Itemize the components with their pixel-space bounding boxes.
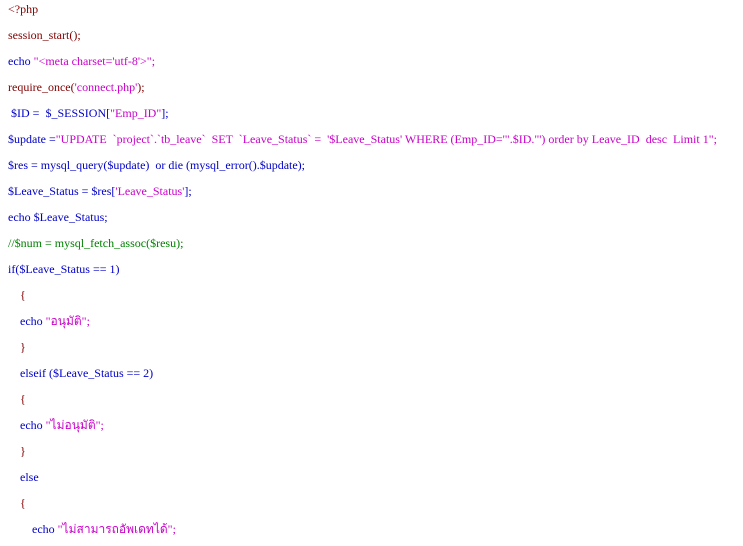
code-line: echo "<meta charset='utf-8'>";: [8, 53, 155, 69]
code-token: else: [8, 470, 39, 484]
code-token: //$num = mysql_fetch_assoc($resu);: [8, 236, 184, 250]
code-line: echo "ไม่อนุมัติ";: [8, 417, 104, 433]
code-line: //$num = mysql_fetch_assoc($resu);: [8, 235, 183, 251]
code-token: );: [137, 80, 145, 94]
code-token: session_start();: [8, 28, 81, 42]
code-token: $Leave_Status = $res[: [8, 184, 116, 198]
code-line: }: [8, 339, 26, 355]
code-token: }: [8, 444, 26, 458]
code-token: "UPDATE `project`.`tb_leave` SET `Leave_…: [55, 132, 717, 146]
code-line: $res = mysql_query($update) or die (mysq…: [8, 157, 305, 173]
code-line: else: [8, 469, 39, 485]
code-line: {: [8, 495, 26, 511]
code-token: "Emp_ID": [110, 106, 162, 120]
code-token: echo $Leave_Status;: [8, 210, 108, 224]
code-line: echo "อนุมัติ";: [8, 313, 90, 329]
code-token: "ไม่สามารถอัพเดทได้";: [57, 522, 176, 536]
code-line: $Leave_Status = $res['Leave_Status'];: [8, 183, 192, 199]
code-line: session_start();: [8, 27, 81, 43]
code-token: echo: [8, 54, 34, 68]
code-line: echo $Leave_Status;: [8, 209, 108, 225]
code-token: $_SESSION[: [42, 106, 111, 120]
code-line: require_once('connect.php');: [8, 79, 145, 95]
code-line: $update ="UPDATE `project`.`tb_leave` SE…: [8, 131, 717, 147]
code-token: {: [8, 392, 26, 406]
code-token: if($Leave_Status == 1): [8, 262, 120, 276]
code-line: }: [8, 443, 26, 459]
code-token: <?php: [8, 2, 39, 16]
code-token: 'connect.php': [74, 80, 138, 94]
code-token: ];: [161, 106, 169, 120]
code-line: {: [8, 391, 26, 407]
code-token: "<meta charset='utf-8'>";: [33, 54, 156, 68]
code-line: echo "ไม่สามารถอัพเดทได้";: [8, 521, 176, 537]
code-token: {: [8, 288, 26, 302]
code-token: {: [8, 496, 26, 510]
code-token: require_once(: [8, 80, 75, 94]
code-line: {: [8, 287, 26, 303]
code-token: "อนุมัติ";: [45, 314, 90, 328]
code-line: if($Leave_Status == 1): [8, 261, 120, 277]
code-token: $res = mysql_query($update) or die (mysq…: [8, 158, 306, 172]
code-line: elseif ($Leave_Status == 2): [8, 365, 153, 381]
code-token: echo: [8, 522, 58, 536]
code-token: 'Leave_Status': [115, 184, 185, 198]
code-token: "ไม่อนุมัติ";: [45, 418, 104, 432]
code-token: echo: [8, 418, 46, 432]
code-line: <?php: [8, 1, 38, 17]
code-token: elseif ($Leave_Status == 2): [8, 366, 154, 380]
code-token: ];: [184, 184, 192, 198]
code-token: $update =: [8, 132, 56, 146]
code-token: $ID =: [8, 106, 43, 120]
code-token: }: [8, 340, 26, 354]
code-line: $ID = $_SESSION["Emp_ID"];: [8, 105, 169, 121]
code-token: echo: [8, 314, 46, 328]
